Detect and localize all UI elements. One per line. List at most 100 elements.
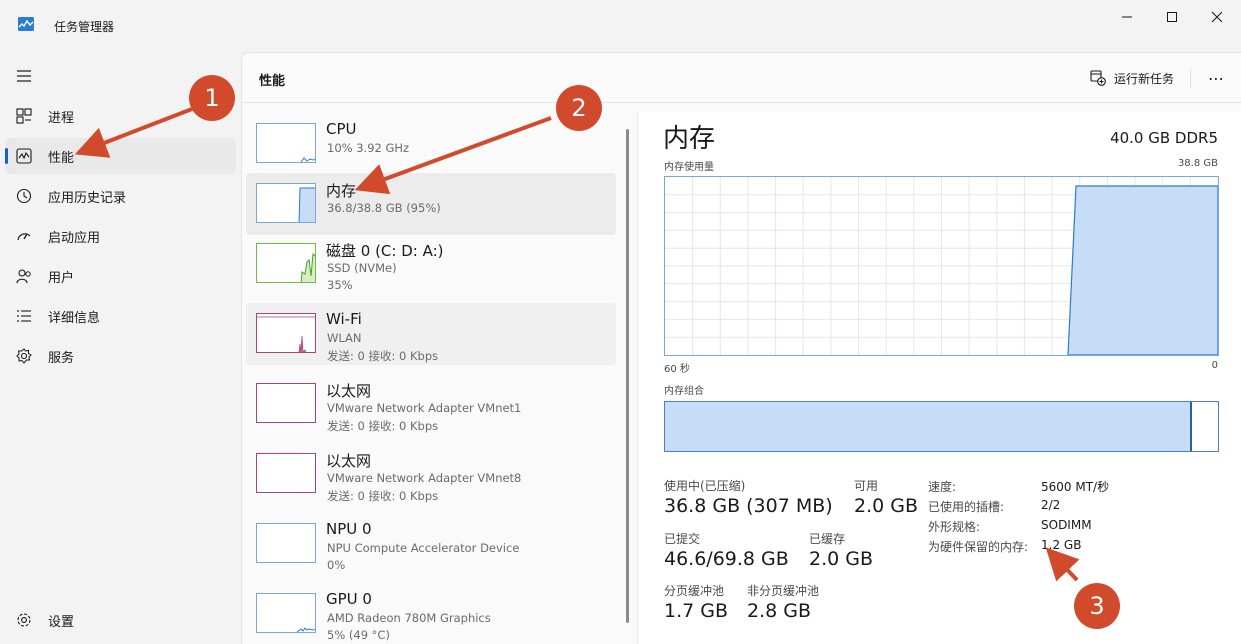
stat-in-use-value: 36.8 GB (307 MB) [664,495,833,517]
prop-speed-label: 速度: [928,480,957,494]
stat-in-use-label: 使用中(已压缩) [664,479,746,493]
gear-icon [15,612,33,628]
maximize-icon [1167,12,1177,22]
gpu-thumbnail-graph [256,593,316,633]
device-subtitle: AMD Radeon 780M Graphics [327,611,491,625]
sidebar-item-label: 设置 [48,614,75,630]
sidebar-item-label: 进程 [48,110,75,126]
sidebar-item-settings[interactable]: 设置 [5,602,236,638]
device-subtitle: WLAN [327,331,362,345]
prop-hw-reserved-label: 为硬件保留的内存: [928,540,1029,554]
prop-form-factor-label: 外形规格: [928,520,981,534]
device-subtitle: 10% 3.92 GHz [327,141,410,155]
sidebar-item-details[interactable]: 详细信息 [5,298,236,334]
processes-icon [15,108,33,124]
run-new-task-label: 运行新任务 [1114,71,1175,86]
annotation-badge-3: 3 [1074,583,1120,629]
minimize-icon [1122,16,1132,18]
device-subtitle: VMware Network Adapter VMnet8 [327,471,522,485]
device-name: CPU [326,120,357,138]
memory-usage-graph [664,176,1219,356]
device-subtitle: 5% (49 °C) [327,628,390,642]
usage-graph-label: 内存使用量 [664,162,714,173]
device-name: Wi-Fi [326,310,362,328]
stat-available-value: 2.0 GB [854,495,919,517]
device-name: 内存 [326,182,357,200]
device-subtitle: 发送: 0 接收: 0 Kbps [327,349,439,363]
device-subtitle: 36.8/38.8 GB (95%) [327,201,441,215]
device-subtitle: 发送: 0 接收: 0 Kbps [327,489,439,503]
prop-slots-label: 已使用的插槽: [928,500,1005,514]
stat-committed-label: 已提交 [664,532,701,546]
device-subtitle: VMware Network Adapter VMnet1 [327,401,522,415]
device-item-memory[interactable]: 内存 36.8/38.8 GB (95%) [246,173,616,235]
sidebar-item-users[interactable]: 用户 [5,258,236,294]
close-button[interactable] [1194,2,1240,32]
more-options-button[interactable]: ⋯ [1202,67,1230,89]
header-separator [1190,69,1191,89]
annotation-badge-1: 1 [189,75,235,121]
annotation-badge-2: 2 [556,85,602,131]
stat-nonpaged-pool-label: 非分页缓冲池 [747,584,820,598]
sidebar-item-performance[interactable]: 性能 [5,138,236,174]
prop-speed-value: 5600 MT/秒 [1041,480,1110,494]
device-subtitle: NPU Compute Accelerator Device [327,541,520,555]
device-item-npu[interactable]: NPU 0 NPU Compute Accelerator Device 0% [246,513,616,575]
hamburger-icon [17,70,31,82]
page-title: 性能 [259,74,286,89]
sidebar-item-label: 用户 [48,270,75,286]
device-subtitle: 发送: 0 接收: 0 Kbps [327,419,439,433]
device-item-gpu[interactable]: GPU 0 AMD Radeon 780M Graphics 5% (49 °C… [246,583,616,644]
device-subtitle: 0% [327,558,346,572]
wifi-thumbnail-graph [256,313,316,353]
sidebar-item-startup[interactable]: 启动应用 [5,218,236,254]
sidebar-item-label: 详细信息 [48,310,101,326]
stat-cached-label: 已缓存 [809,532,846,546]
stat-paged-pool-value: 1.7 GB [664,600,729,622]
graph-time-left: 60 秒 [664,364,690,375]
run-new-task-button[interactable]: 运行新任务 [1090,67,1174,89]
ethernet-thumbnail-graph [256,453,316,493]
stat-nonpaged-pool-value: 2.8 GB [747,600,812,622]
device-item-wifi[interactable]: Wi-Fi WLAN 发送: 0 接收: 0 Kbps [246,303,616,365]
page-header: 性能 运行新任务 ⋯ [242,53,1241,103]
hamburger-menu-button[interactable] [10,62,38,90]
sidebar-item-label: 应用历史记录 [48,190,127,206]
close-icon [1211,11,1223,23]
device-subtitle: SSD (NVMe) [327,261,397,275]
sidebar-item-services[interactable]: 服务 [5,338,236,374]
device-item-disk[interactable]: 磁盘 0 (C: D: A:) SSD (NVMe) 35% [246,233,616,295]
minimize-button[interactable] [1104,2,1150,32]
prop-slots-value: 2/2 [1041,498,1061,512]
detail-title: 内存 [663,124,716,154]
device-name: GPU 0 [326,590,372,608]
history-icon [15,188,33,204]
sidebar-item-app-history[interactable]: 应用历史记录 [5,178,236,214]
users-icon [15,268,33,284]
performance-icon [15,148,33,164]
device-item-ethernet-vmnet8[interactable]: 以太网 VMware Network Adapter VMnet8 发送: 0 … [246,443,616,505]
graph-time-right: 0 [1211,360,1218,371]
task-manager-app-icon [18,17,34,31]
services-icon [15,348,33,364]
device-item-ethernet-vmnet1[interactable]: 以太网 VMware Network Adapter VMnet1 发送: 0 … [246,373,616,435]
device-name: 磁盘 0 (C: D: A:) [326,242,444,260]
memory-thumbnail-graph [256,183,316,223]
new-task-icon [1090,70,1106,86]
composition-label: 内存组合 [664,386,704,397]
device-subtitle: 35% [327,278,353,292]
startup-icon [15,228,33,244]
stat-available-label: 可用 [854,479,879,493]
device-name: 以太网 [326,382,372,400]
maximize-button[interactable] [1149,2,1195,32]
stat-paged-pool-label: 分页缓冲池 [664,584,725,598]
window-title: 任务管理器 [54,20,115,34]
device-name: NPU 0 [326,520,372,538]
more-icon: ⋯ [1208,68,1224,88]
sidebar-item-label: 性能 [48,150,75,166]
disk-thumbnail-graph [256,243,316,283]
prop-form-factor-value: SODIMM [1041,518,1092,532]
device-name: 以太网 [326,452,372,470]
sidebar-item-label: 服务 [48,350,75,366]
device-list-scrollbar[interactable] [626,129,629,623]
